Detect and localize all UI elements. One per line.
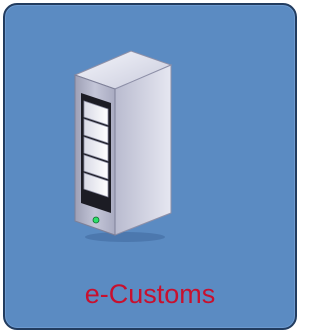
e-customs-tile[interactable]: e-Customs — [3, 3, 297, 330]
server-tower-icon — [73, 50, 173, 242]
tile-label: e-Customs — [84, 279, 216, 309]
